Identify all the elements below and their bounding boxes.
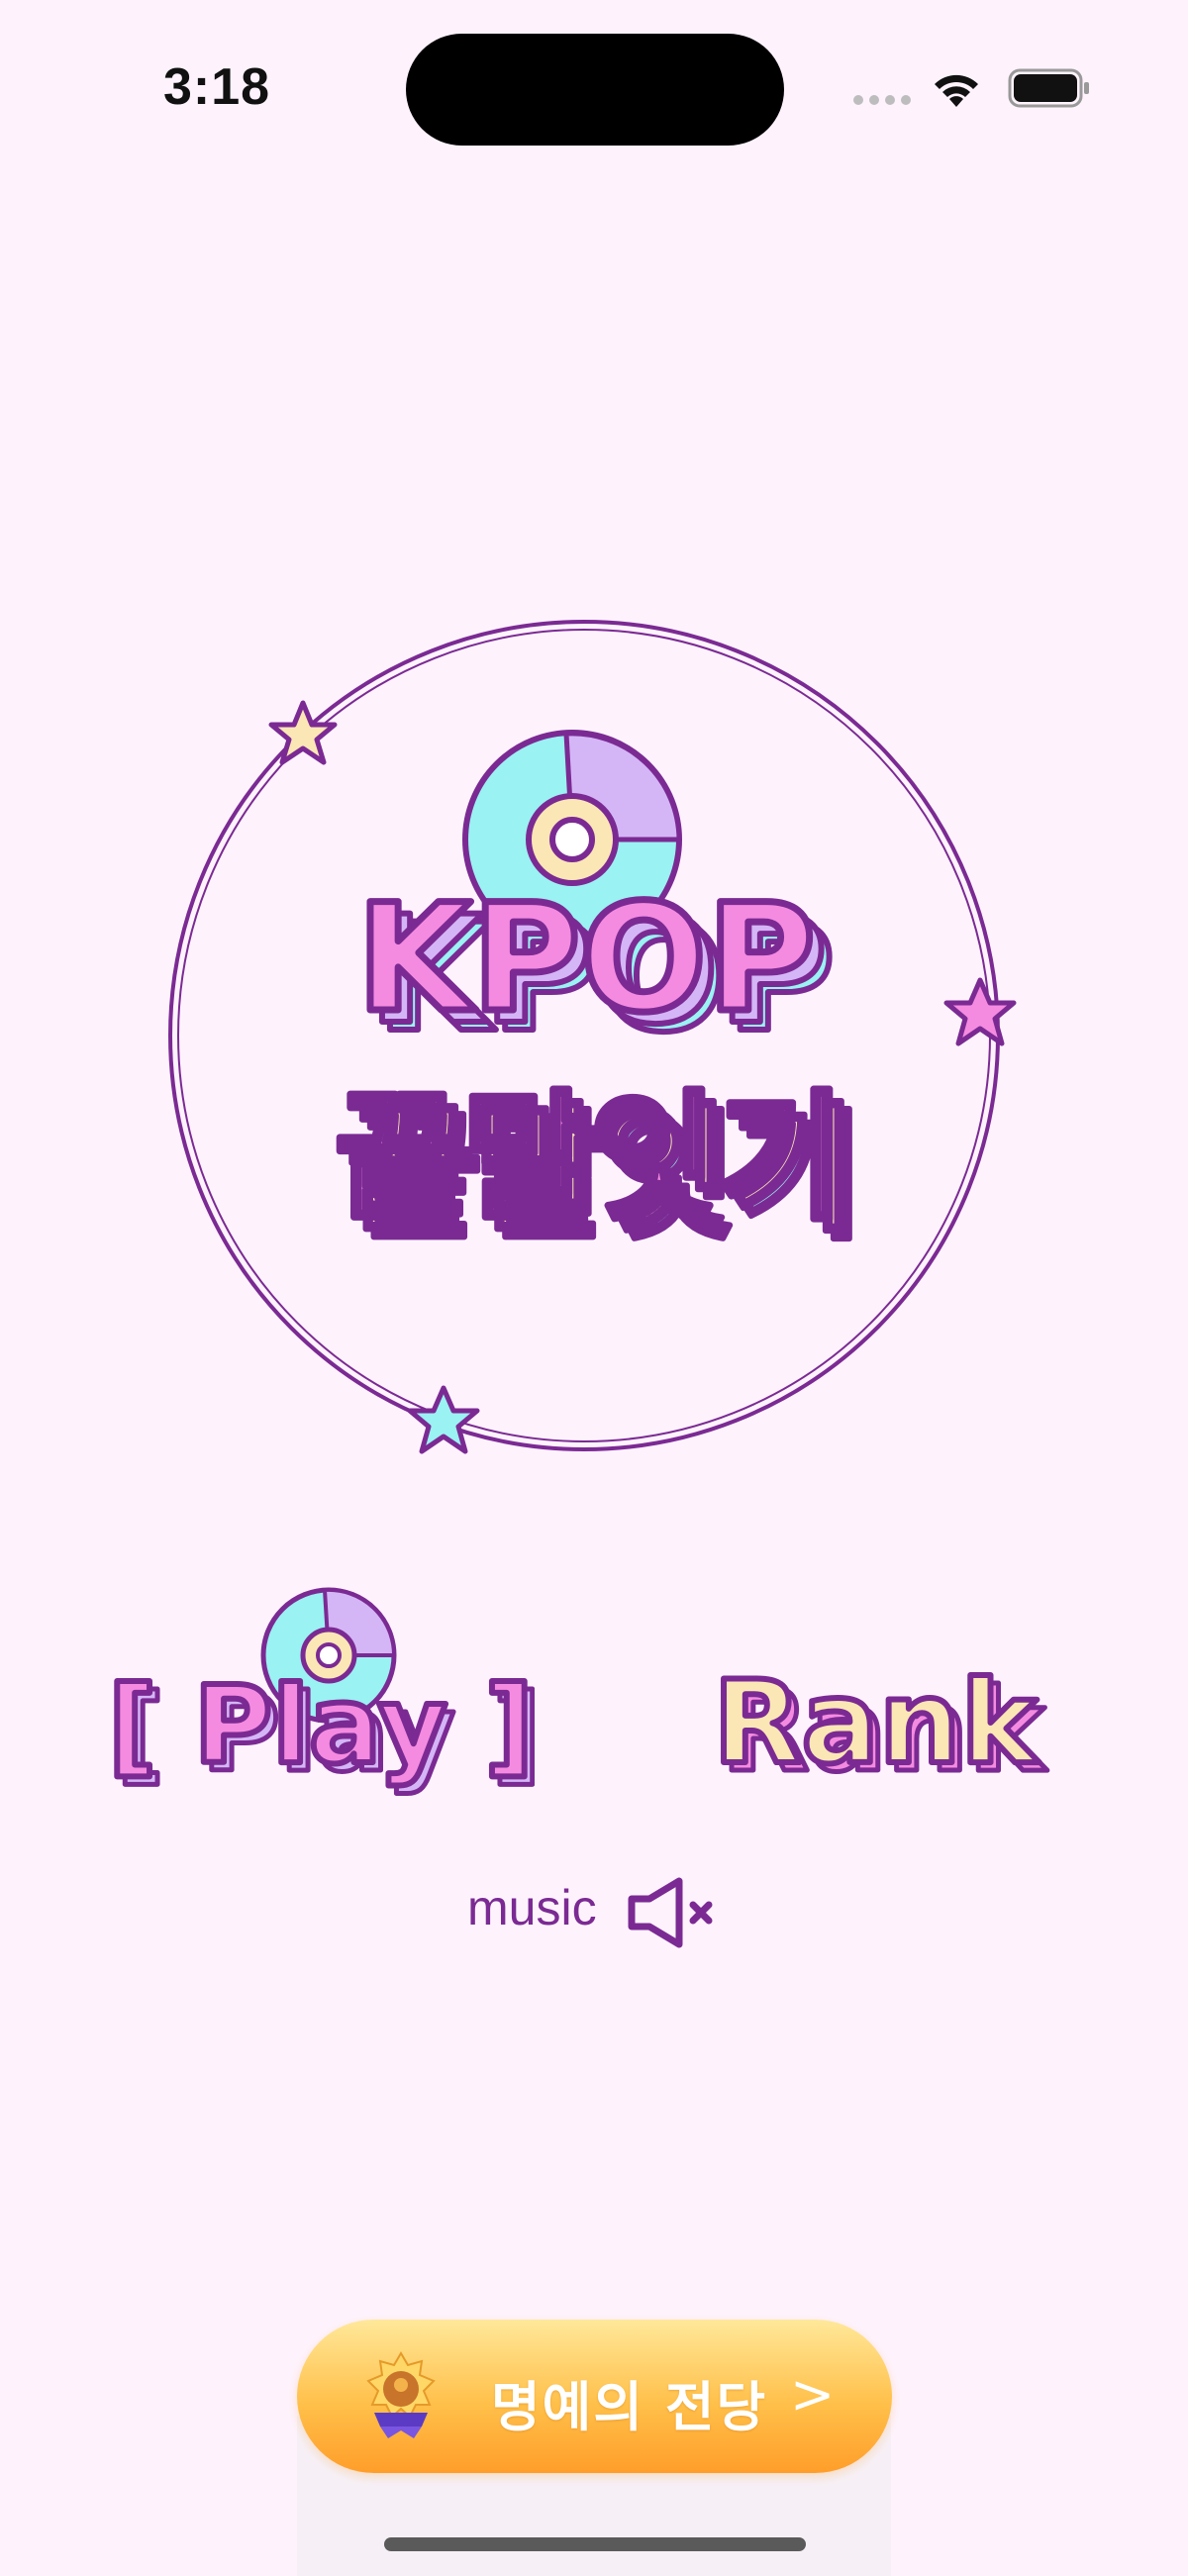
title-korean: 끝말잇기 끝말잇기 끝말잇기	[332, 1075, 868, 1263]
chevron-right-icon: >	[790, 2363, 836, 2426]
speaker-muted-icon	[628, 1877, 713, 1948]
play-graphic: [ Play ] [ Play ]	[105, 1587, 544, 1799]
svg-text:KPOP: KPOP	[356, 873, 816, 1045]
play-label: [ Play ]	[109, 1664, 534, 1788]
medal-icon	[366, 2351, 436, 2438]
rank-button[interactable]: Rank Rank	[683, 1643, 1079, 1801]
star-icon-cyan	[407, 1385, 480, 1454]
app-screen: 3:18 KPOP KPOP KPOP 끝말잇기 끝말잇기 끝말잇기 [Pla…	[0, 0, 1188, 2576]
rank-label: Rank	[713, 1656, 1040, 1790]
hall-of-fame-label: 명예의 전당	[491, 2376, 768, 2438]
star-icon-pink	[943, 977, 1017, 1046]
title-kpop: KPOP KPOP KPOP	[353, 870, 839, 1069]
home-indicator[interactable]	[384, 2537, 806, 2551]
svg-text:끝말잇기: 끝말잇기	[335, 1078, 844, 1239]
rank-graphic: Rank Rank	[710, 1653, 1050, 1801]
music-label: music	[467, 1880, 597, 1935]
game-logo: KPOP KPOP KPOP 끝말잇기 끝말잇기 끝말잇기	[168, 620, 1017, 1454]
play-button[interactable]: [ Play ] [ Play ]	[105, 1584, 544, 1802]
music-toggle[interactable]: music	[457, 1861, 735, 1960]
hall-of-fame-button[interactable]: 명예의 전당 >	[297, 2320, 892, 2473]
